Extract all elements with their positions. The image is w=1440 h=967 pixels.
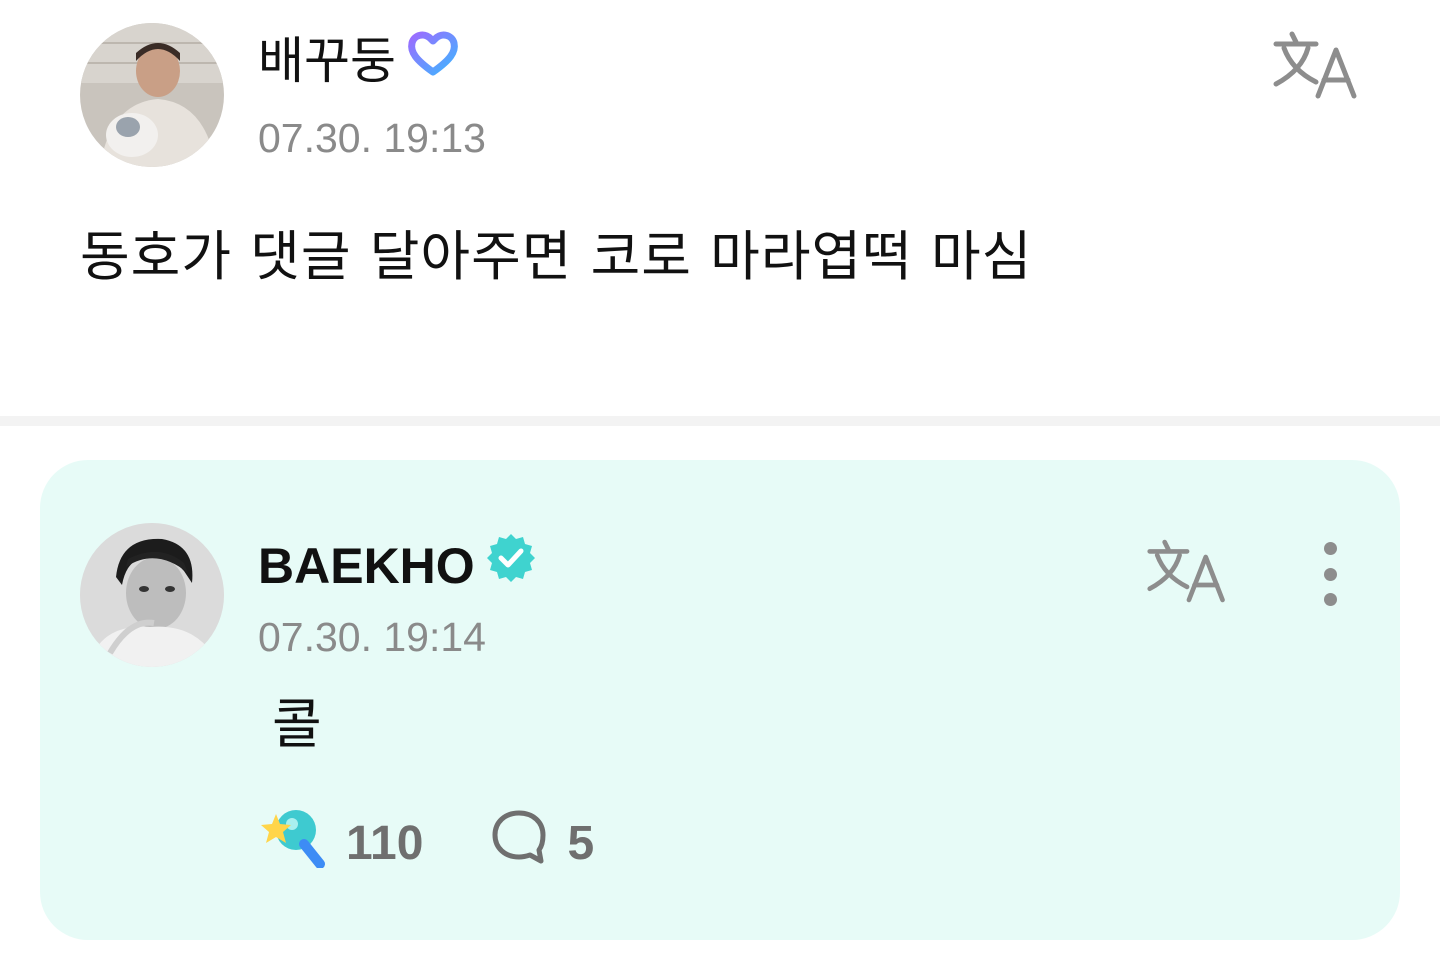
- post: 배꾸둥 07.30. 19:13 동호가 댓글 달아주면 코로 마라엽떡 마심: [0, 0, 1440, 416]
- verified-check-icon: [485, 532, 537, 600]
- post-author-name[interactable]: 배꾸둥: [258, 28, 396, 94]
- post-author-name-row: 배꾸둥: [258, 28, 460, 94]
- section-divider: [0, 416, 1440, 426]
- artist-reply-card: BAEKHO 07.30. 19:14 콜 110 5: [40, 460, 1400, 940]
- reply-author-name-row: BAEKHO: [258, 532, 537, 600]
- like-button[interactable]: 110: [258, 806, 423, 880]
- post-author-avatar[interactable]: [80, 23, 224, 167]
- reply-author-name[interactable]: BAEKHO: [258, 533, 475, 599]
- post-text: 동호가 댓글 달아주면 코로 마라엽떡 마심: [80, 225, 1033, 288]
- translate-icon[interactable]: [1146, 538, 1230, 604]
- comment-button[interactable]: 5: [489, 807, 594, 879]
- translate-icon[interactable]: [1272, 30, 1362, 100]
- more-dot: [1323, 593, 1337, 606]
- reply-author-avatar[interactable]: [80, 523, 224, 667]
- reply-text: 콜: [272, 693, 322, 756]
- comment-count: 5: [567, 816, 595, 870]
- more-vertical-icon[interactable]: [1312, 542, 1348, 606]
- reply-timestamp: 07.30. 19:14: [258, 614, 486, 660]
- more-dot: [1323, 542, 1337, 555]
- star-wand-icon: [258, 806, 346, 880]
- more-dot: [1323, 567, 1337, 581]
- post-timestamp: 07.30. 19:13: [258, 115, 486, 161]
- like-count: 110: [346, 816, 424, 870]
- reply-stats: 110 5: [258, 808, 594, 878]
- fan-heart-badge-icon: [406, 28, 460, 94]
- comment-bubble-icon: [489, 807, 567, 879]
